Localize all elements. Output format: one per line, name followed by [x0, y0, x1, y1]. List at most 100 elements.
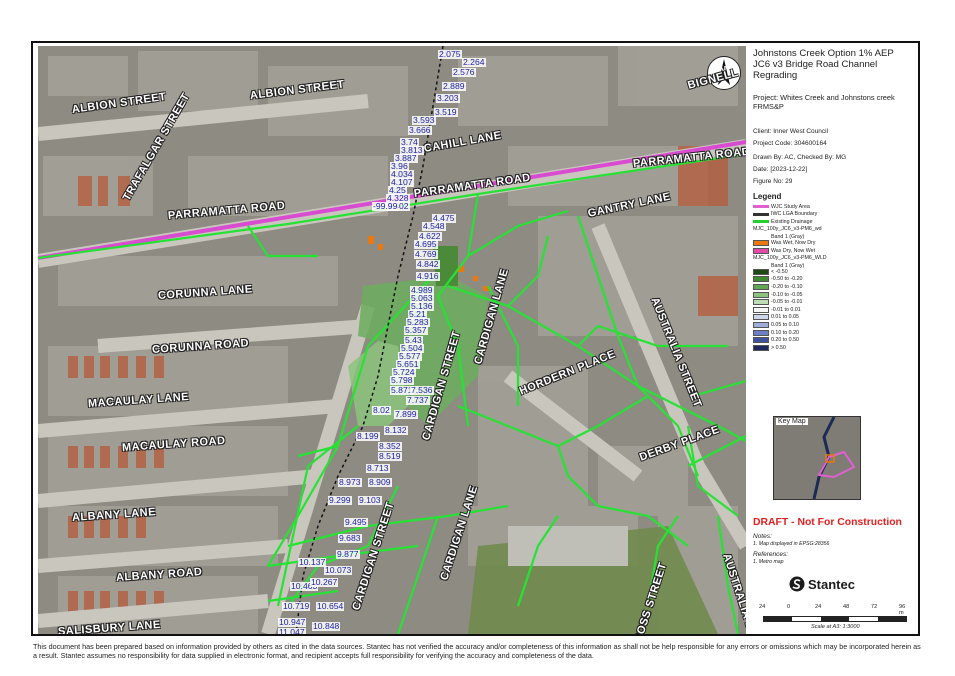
- water-level-label: 8.132: [384, 425, 408, 435]
- water-level-label: 4.695: [414, 239, 438, 249]
- legend-item: MJC_100y_JC6_v3-PM6_WLD: [753, 255, 827, 262]
- legend-item: 0.05 to 0.10: [753, 321, 799, 328]
- legend-item: WJC Study Area: [753, 203, 810, 210]
- water-level-label: 10.137: [298, 557, 327, 567]
- water-level-label: 7.536: [410, 385, 434, 395]
- legend-item: Was Dry, Now Wet: [753, 247, 815, 254]
- water-level-label: 8.352: [378, 441, 402, 451]
- legend-item: -0.05 to -0.01: [753, 299, 803, 306]
- map-title-line1: Johnstons Creek Option 1% AEP: [753, 48, 894, 59]
- legend-color-swatch: [753, 239, 769, 246]
- draft-notice: DRAFT - Not For Construction: [753, 517, 902, 528]
- figure-no-text: Figure No: 29: [753, 178, 793, 185]
- date-text: Date: [2023-12-22]: [753, 166, 808, 173]
- water-level-label: 2.075: [438, 49, 462, 59]
- scale-tick-label: 72: [871, 604, 878, 610]
- water-level-label: 3.666: [408, 125, 432, 135]
- project-text: Project: Whites Creek and Johnstons cree…: [753, 93, 895, 111]
- stantec-logo-text: Stantec: [808, 576, 855, 592]
- legend-label: -0.10 to -0.05: [771, 291, 803, 298]
- legend-label: Was Dry, Now Wet: [771, 247, 816, 254]
- legend-line-swatch: [753, 220, 769, 224]
- water-level-label: 10.719: [282, 601, 311, 611]
- water-level-label: 10.654: [316, 601, 345, 611]
- legend-label: 0.05 to 0.10: [771, 321, 799, 328]
- legend-label: 0.10 to 0.20: [771, 329, 799, 336]
- legend-heading: Legend: [753, 192, 782, 201]
- legend-label: -0.01 to 0.01: [771, 306, 801, 313]
- water-level-label: 2.889: [442, 81, 466, 91]
- title-panel: Johnstons Creek Option 1% AEP JC6 v3 Bri…: [749, 46, 917, 634]
- water-level-label: 9.299: [328, 495, 352, 505]
- scale-tick-label: 24: [759, 604, 766, 610]
- water-level-label: 9.877: [336, 549, 360, 559]
- stantec-logo-icon: [789, 576, 805, 592]
- water-level-label: 3.203: [436, 93, 460, 103]
- legend-item: -0.01 to 0.01: [753, 306, 801, 313]
- legend-label: -0.20 to -0.10: [771, 283, 803, 290]
- water-level-label: 3.519: [434, 107, 458, 117]
- legend-item: < -0.50: [753, 268, 788, 275]
- scale-tick-label: 48: [843, 604, 850, 610]
- legend-item: -0.20 to -0.10: [753, 283, 803, 290]
- water-level-label: 10.267: [310, 577, 339, 587]
- water-level-label: 11.047: [278, 628, 306, 634]
- water-level-label: 7.899: [394, 409, 418, 419]
- legend-label: 0.20 to 0.50: [771, 337, 799, 344]
- legend-label: > 0.50: [771, 344, 786, 351]
- water-level-label: 9.683: [338, 533, 362, 543]
- water-level-label: 2.264: [462, 57, 486, 67]
- map-title-line3: Regrading: [753, 70, 798, 81]
- water-level-label: 8.02: [372, 405, 391, 415]
- water-level-label: 5.357: [404, 325, 428, 335]
- legend-line-swatch: [753, 205, 769, 208]
- water-level-label: 5.798: [390, 375, 414, 385]
- notes-heading: Notes:: [753, 533, 772, 540]
- water-level-label: 4.916: [416, 271, 440, 281]
- legend-line-swatch: [753, 212, 769, 216]
- scale-tick-label: 96 m: [899, 604, 906, 616]
- water-level-label: 4.548: [422, 221, 446, 231]
- legend-item: 0.20 to 0.50: [753, 337, 799, 344]
- legend-color-swatch: [753, 306, 769, 313]
- legend-item: 0.10 to 0.20: [753, 329, 799, 336]
- legend-item: 0.01 to 0.05: [753, 314, 799, 321]
- legend-color-swatch: [753, 337, 769, 344]
- legend-label: < -0.50: [771, 268, 788, 275]
- water-level-label: 8.909: [368, 477, 392, 487]
- water-level-label: -99.99: [372, 201, 399, 211]
- legend-item: Existing Drainage: [753, 218, 813, 225]
- aerial-map[interactable]: N ALBION STREET ALBION STREET TRAFALGAR ST…: [38, 46, 746, 634]
- scale-tick-label: 0: [787, 604, 791, 610]
- drawn-by-text: Drawn By: AC, Checked By: MG: [753, 154, 847, 161]
- notes-text: 1. Map displayed in EPSG:28356: [753, 541, 830, 547]
- water-level-label: 8.713: [366, 463, 390, 473]
- legend-color-swatch: [753, 321, 769, 328]
- legend-label: -0.05 to -0.01: [771, 299, 803, 306]
- legend-item: -0.50 to -0.20: [753, 276, 803, 283]
- water-level-label: 9.495: [344, 517, 368, 527]
- key-map-image: [812, 417, 856, 499]
- legend-label: Existing Drainage: [771, 218, 813, 225]
- legend-item: Was Wet, Now Dry: [753, 239, 815, 246]
- legend-item: > 0.50: [753, 344, 786, 351]
- legend-label: Was Wet, Now Dry: [771, 239, 816, 246]
- client-text: Client: Inner West Council: [753, 128, 829, 135]
- scale-bar: 24 0 24 48 72 96 m Scale at A3: 1:3000: [759, 604, 909, 634]
- legend-label: WJC Study Area: [771, 203, 810, 210]
- legend-label: -0.50 to -0.20: [771, 276, 803, 283]
- legend-color-swatch: [753, 291, 769, 298]
- legend-color-swatch: [753, 314, 769, 321]
- legend-label: 0.01 to 0.05: [771, 314, 799, 321]
- stantec-logo: Stantec: [789, 576, 855, 592]
- legend-color-swatch: [753, 329, 769, 336]
- references-heading: References:: [753, 551, 789, 558]
- disclaimer-footer: This document has been prepared based on…: [33, 642, 921, 660]
- water-level-label: 8.519: [378, 451, 402, 461]
- key-map: Key Map: [773, 416, 861, 500]
- map-canvas: [38, 46, 746, 634]
- water-level-label: 4.769: [414, 249, 438, 259]
- legend-color-swatch: [753, 283, 769, 290]
- legend-label: MJC_100y_JC6_v3-PM6_WLD: [753, 255, 827, 262]
- legend-color-swatch: [753, 276, 769, 283]
